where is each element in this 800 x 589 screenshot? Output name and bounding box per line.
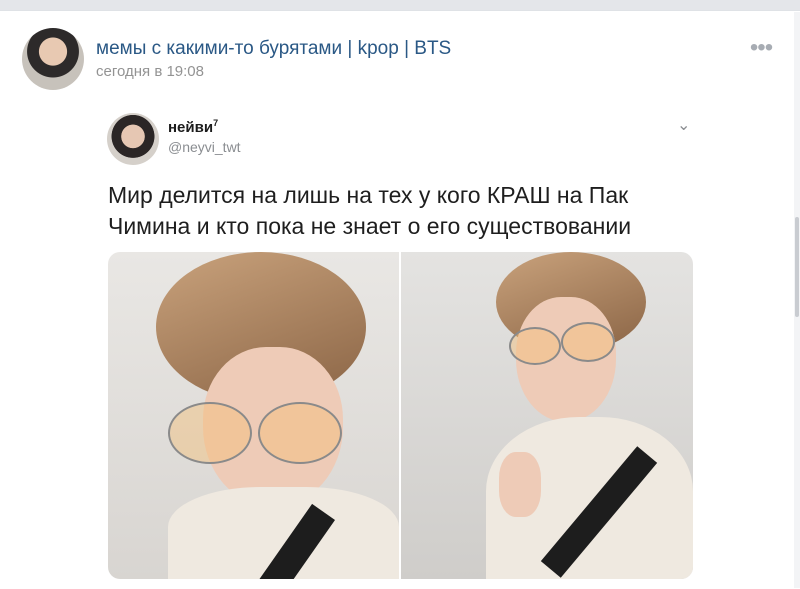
scrollbar[interactable]	[794, 12, 800, 588]
glasses-lens-right	[258, 402, 342, 464]
tweet-author-name: нейви7	[168, 118, 218, 136]
photo-hand	[499, 452, 541, 517]
tweet-author-avatar	[107, 113, 159, 165]
tweet-photo-left[interactable]	[108, 252, 399, 579]
tweet-photo-right[interactable]	[401, 252, 693, 579]
chevron-down-icon: ⌄	[677, 117, 691, 134]
tweet-author-name-sup: 7	[213, 118, 219, 128]
community-title[interactable]: мемы с какими-то бурятами | kpop | BTS	[96, 38, 451, 60]
tweet-author-name-text: нейви	[168, 119, 214, 136]
top-band	[0, 0, 800, 10]
glasses-lens-right	[561, 322, 615, 362]
scrollbar-thumb[interactable]	[795, 217, 799, 317]
glasses-lens-left	[168, 402, 252, 464]
more-options-icon[interactable]: •••	[744, 36, 778, 60]
post-timestamp[interactable]: сегодня в 19:08	[96, 63, 204, 80]
tweet-text: Мир делится на лишь на тех у кого КРАШ н…	[108, 182, 632, 239]
community-avatar[interactable]	[22, 28, 84, 90]
glasses-lens-left	[509, 327, 561, 365]
tweet-author-handle: @neyvi_twt	[168, 139, 241, 155]
